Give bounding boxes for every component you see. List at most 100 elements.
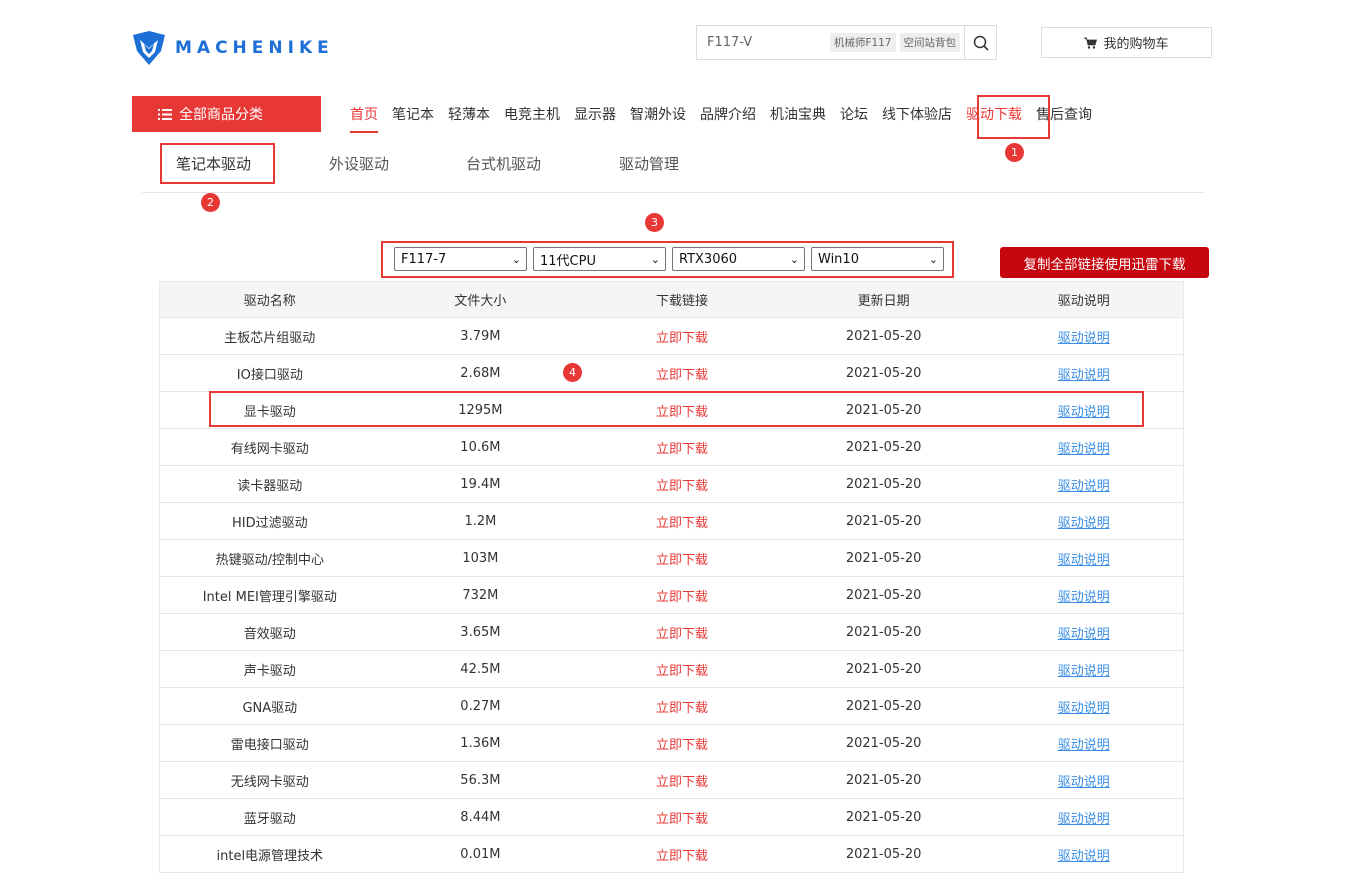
update-date: 2021-05-20 [845, 476, 922, 492]
driver-name: GNA驱动 [242, 700, 298, 716]
driver-name: 声卡驱动 [243, 663, 296, 679]
download-link[interactable]: 立即下载 [581, 475, 783, 494]
table-row: 读卡器驱动 19.4M 立即下载 2021-05-20 驱动说明 [160, 466, 1183, 503]
file-size: 0.01M [460, 846, 501, 862]
annotation-badge: 1 [1005, 143, 1024, 162]
update-date: 2021-05-20 [845, 439, 922, 455]
nav-item-stores[interactable]: 线下体验店 [882, 104, 952, 124]
download-link[interactable]: 立即下载 [581, 660, 783, 679]
nav-item-brand[interactable]: 品牌介绍 [700, 104, 756, 124]
column-header: 驱动说明 [1057, 294, 1110, 309]
hot-search-tag[interactable]: 机械师F117 [829, 33, 896, 52]
download-link[interactable]: 立即下载 [581, 549, 783, 568]
annotation-box [977, 95, 1050, 139]
driver-doc-link[interactable]: 驱动说明 [984, 808, 1183, 827]
download-link[interactable]: 立即下载 [581, 697, 783, 716]
update-date: 2021-05-20 [845, 809, 922, 825]
file-size: 0.27M [460, 698, 501, 714]
nav-item-laptop[interactable]: 笔记本 [392, 104, 434, 124]
update-date: 2021-05-20 [845, 550, 922, 566]
driver-name: 有线网卡驱动 [230, 441, 309, 457]
driver-name: 无线网卡驱动 [230, 774, 309, 790]
driver-name: 热键驱动/控制中心 [215, 552, 324, 568]
driver-doc-link[interactable]: 驱动说明 [984, 660, 1183, 679]
annotation-badge: 4 [563, 363, 582, 382]
nav-item-monitor[interactable]: 显示器 [574, 104, 616, 124]
table-row: 声卡驱动 42.5M 立即下载 2021-05-20 驱动说明 [160, 651, 1183, 688]
file-size: 42.5M [460, 661, 501, 677]
search-input[interactable]: F117-V [697, 35, 830, 50]
file-size: 1.2M [464, 513, 497, 529]
driver-name: 主板芯片组驱动 [224, 330, 316, 346]
nav-item-home[interactable]: 首页 [350, 104, 378, 133]
download-link[interactable]: 立即下载 [581, 734, 783, 753]
table-row: 无线网卡驱动 56.3M 立即下载 2021-05-20 驱动说明 [160, 762, 1183, 799]
driver-doc-link[interactable]: 驱动说明 [984, 734, 1183, 753]
download-link[interactable]: 立即下载 [581, 623, 783, 642]
nav-item-forum[interactable]: 论坛 [840, 104, 868, 124]
file-size: 10.6M [460, 439, 501, 455]
download-link[interactable]: 立即下载 [581, 808, 783, 827]
annotation-box [160, 143, 275, 184]
driver-doc-link[interactable]: 驱动说明 [984, 697, 1183, 716]
download-link[interactable]: 立即下载 [581, 364, 783, 383]
cart-button[interactable]: 我的购物车 [1041, 27, 1212, 58]
file-size: 732M [462, 587, 499, 603]
download-link[interactable]: 立即下载 [581, 438, 783, 457]
annotation-badge: 3 [645, 213, 664, 232]
file-size: 103M [462, 550, 499, 566]
driver-table: 驱动名称 文件大小 下载链接 更新日期 驱动说明 主板芯片组驱动 3.79M 立即下… [159, 281, 1184, 873]
driver-doc-link[interactable]: 驱动说明 [984, 327, 1183, 346]
update-date: 2021-05-20 [845, 846, 922, 862]
driver-doc-link[interactable]: 驱动说明 [984, 364, 1183, 383]
file-size: 19.4M [460, 476, 501, 492]
search-button[interactable] [964, 26, 996, 59]
nav-item-peripherals[interactable]: 智潮外设 [630, 104, 686, 124]
download-link[interactable]: 立即下载 [581, 771, 783, 790]
file-size: 2.68M [460, 365, 501, 381]
driver-name: 雷电接口驱动 [230, 737, 309, 753]
update-date: 2021-05-20 [845, 365, 922, 381]
table-row: 热键驱动/控制中心 103M 立即下载 2021-05-20 驱动说明 [160, 540, 1183, 577]
nav-item-ultrabook[interactable]: 轻薄本 [448, 104, 490, 124]
annotation-badge: 2 [201, 193, 220, 212]
driver-name: intel电源管理技术 [216, 848, 324, 864]
download-link[interactable]: 立即下载 [581, 845, 783, 864]
driver-name: 读卡器驱动 [237, 478, 303, 494]
search-icon [973, 35, 989, 51]
cart-icon [1084, 37, 1098, 49]
brand-logo[interactable]: MACHENIKE [131, 31, 334, 65]
tab-desktop-drivers[interactable]: 台式机驱动 [466, 153, 541, 174]
update-date: 2021-05-20 [845, 735, 922, 751]
hot-search-tag[interactable]: 空间站背包 [899, 33, 960, 52]
file-size: 1.36M [460, 735, 501, 751]
driver-doc-link[interactable]: 驱动说明 [984, 549, 1183, 568]
download-link[interactable]: 立即下载 [581, 512, 783, 531]
machenike-logo-icon [133, 31, 165, 65]
nav-item-guide[interactable]: 机油宝典 [770, 104, 826, 124]
driver-name: 蓝牙驱动 [243, 811, 296, 827]
column-header: 下载链接 [655, 294, 708, 309]
search-bar[interactable]: F117-V 机械师F117 空间站背包 [696, 25, 997, 60]
table-row: 有线网卡驱动 10.6M 立即下载 2021-05-20 驱动说明 [160, 429, 1183, 466]
file-size: 3.65M [460, 624, 501, 640]
driver-doc-link[interactable]: 驱动说明 [984, 475, 1183, 494]
tab-driver-management[interactable]: 驱动管理 [619, 153, 679, 174]
download-link[interactable]: 立即下载 [581, 327, 783, 346]
all-categories-label: 全部商品分类 [179, 107, 263, 123]
copy-all-links-button[interactable]: 复制全部链接使用迅雷下载 [1000, 247, 1209, 278]
driver-doc-link[interactable]: 驱动说明 [984, 845, 1183, 864]
driver-doc-link[interactable]: 驱动说明 [984, 623, 1183, 642]
driver-doc-link[interactable]: 驱动说明 [984, 438, 1183, 457]
download-link[interactable]: 立即下载 [581, 586, 783, 605]
all-categories-button[interactable]: 全部商品分类 [132, 96, 321, 132]
driver-doc-link[interactable]: 驱动说明 [984, 771, 1183, 790]
driver-name: Intel MEI管理引擎驱动 [202, 589, 337, 605]
tab-peripheral-drivers[interactable]: 外设驱动 [329, 153, 389, 174]
driver-doc-link[interactable]: 驱动说明 [984, 586, 1183, 605]
nav-item-gaming-pc[interactable]: 电竞主机 [504, 104, 560, 124]
table-row: HID过滤驱动 1.2M 立即下载 2021-05-20 驱动说明 [160, 503, 1183, 540]
table-row: 雷电接口驱动 1.36M 立即下载 2021-05-20 驱动说明 [160, 725, 1183, 762]
driver-doc-link[interactable]: 驱动说明 [984, 512, 1183, 531]
table-row: 主板芯片组驱动 3.79M 立即下载 2021-05-20 驱动说明 [160, 318, 1183, 355]
